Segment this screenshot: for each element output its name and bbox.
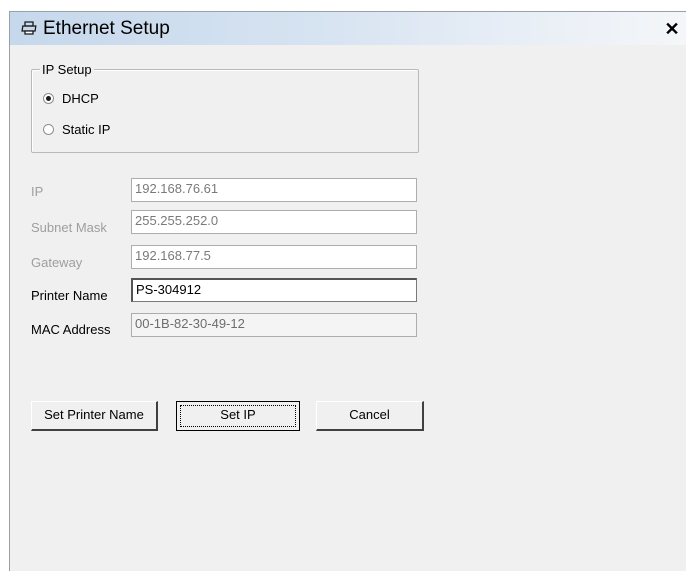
mac-address-field[interactable]: 00-1B-82-30-49-12 (131, 313, 417, 337)
title-bar[interactable]: Ethernet Setup ✕ (10, 12, 686, 45)
focus-rectangle (180, 405, 296, 427)
ethernet-setup-dialog: Ethernet Setup ✕ IP Setup DHCP Static IP… (9, 11, 686, 571)
set-printer-name-button[interactable]: Set Printer Name (31, 401, 158, 431)
window-title: Ethernet Setup (43, 18, 170, 39)
dhcp-label[interactable]: DHCP (62, 91, 99, 106)
ip-setup-group (31, 69, 419, 153)
printer-name-field[interactable]: PS-304912 (131, 278, 417, 302)
close-icon: ✕ (664, 19, 680, 39)
static-ip-radio-button[interactable] (43, 123, 54, 135)
ip-label: IP (31, 184, 44, 199)
gateway-label: Gateway (31, 255, 83, 270)
subnet-mask-field[interactable]: 255.255.252.0 (131, 210, 417, 234)
static-ip-label[interactable]: Static IP (62, 122, 110, 137)
cancel-button[interactable]: Cancel (316, 401, 424, 431)
printer-name-label: Printer Name (31, 288, 108, 303)
close-button[interactable]: ✕ (662, 19, 682, 39)
printer-icon (21, 21, 37, 35)
ip-field[interactable]: 192.168.76.61 (131, 178, 417, 202)
dhcp-radio-option[interactable]: DHCP (43, 89, 99, 107)
set-ip-button[interactable]: Set IP (176, 401, 300, 431)
gateway-field[interactable]: 192.168.77.5 (131, 245, 417, 269)
dhcp-radio-button[interactable] (43, 92, 54, 104)
ip-setup-legend: IP Setup (40, 62, 94, 77)
static-ip-radio-option[interactable]: Static IP (43, 120, 110, 138)
mac-address-label: MAC Address (31, 322, 111, 337)
subnet-mask-label: Subnet Mask (31, 220, 107, 235)
